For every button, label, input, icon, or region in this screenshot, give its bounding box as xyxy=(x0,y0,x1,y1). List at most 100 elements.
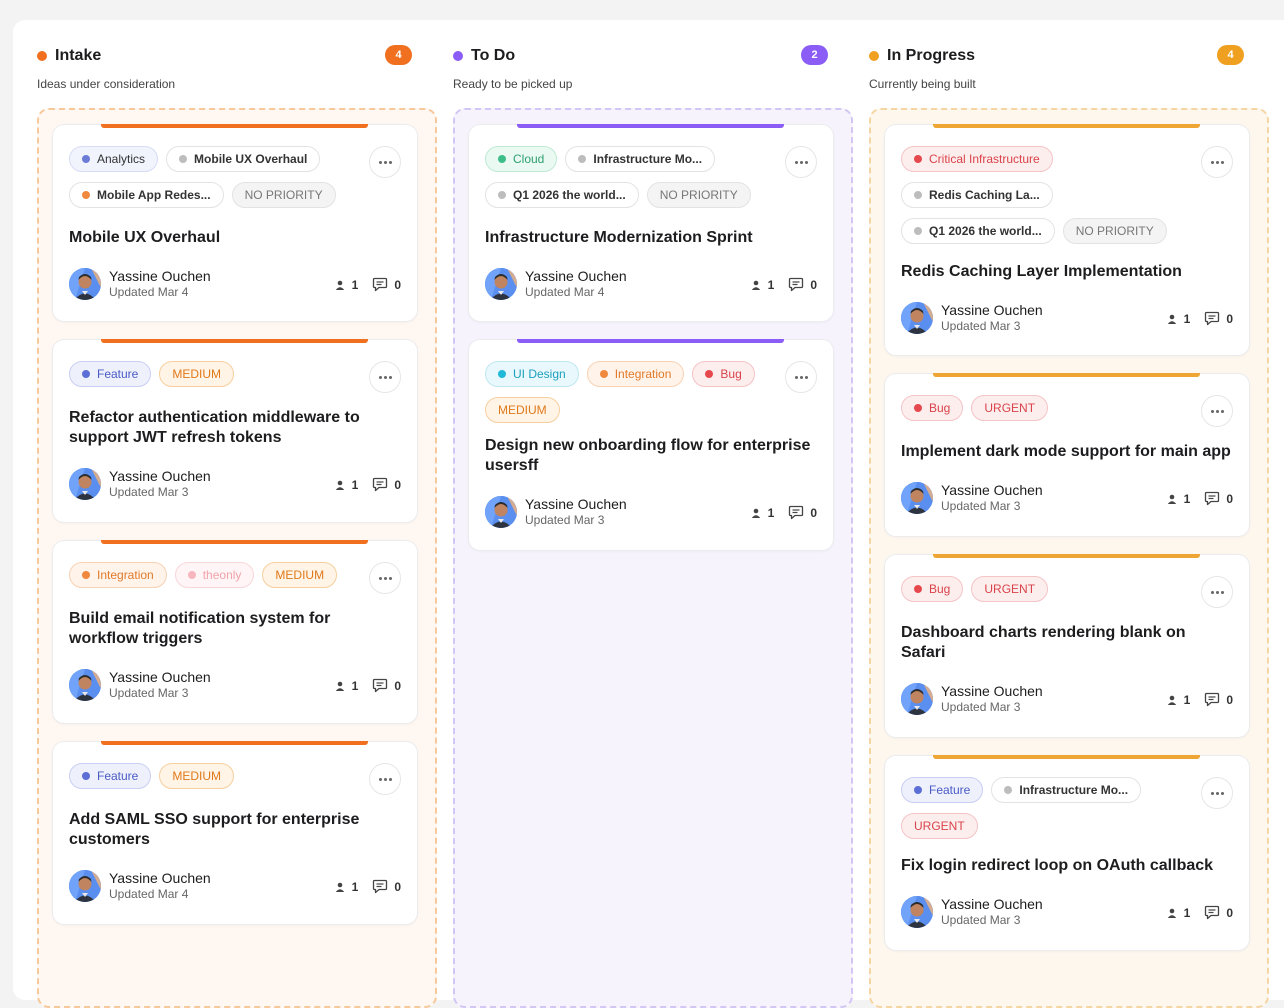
more-options-button[interactable] xyxy=(1201,395,1233,427)
avatar[interactable] xyxy=(69,669,101,701)
label-tag[interactable]: Feature xyxy=(69,763,152,789)
comment-icon[interactable] xyxy=(1204,692,1220,707)
card-tags: Bug URGENT xyxy=(901,576,1191,602)
avatar[interactable] xyxy=(69,268,101,300)
card-stats: 10 xyxy=(335,678,401,693)
column-count-badge: 2 xyxy=(801,45,828,65)
label-tag[interactable]: Bug xyxy=(692,361,755,387)
author-name: Yassine Ouchen xyxy=(109,468,211,484)
priority-badge[interactable]: URGENT xyxy=(971,395,1049,421)
card-title[interactable]: Mobile UX Overhaul xyxy=(69,228,399,248)
more-options-button[interactable] xyxy=(1201,146,1233,178)
more-options-button[interactable] xyxy=(369,146,401,178)
priority-badge[interactable]: MEDIUM xyxy=(262,562,338,588)
label-tag[interactable]: Integration xyxy=(586,361,685,387)
more-options-button[interactable] xyxy=(785,361,817,393)
more-options-button[interactable] xyxy=(1201,777,1233,809)
comment-icon[interactable] xyxy=(1204,491,1220,506)
project-tag[interactable]: Redis Caching La... xyxy=(901,182,1053,208)
tag-label: UI Design xyxy=(513,367,566,381)
card-title[interactable]: Add SAML SSO support for enterprise cust… xyxy=(69,810,399,850)
task-card[interactable]: Critical Infrastructure Redis Caching La.… xyxy=(884,124,1250,356)
task-card[interactable]: Bug URGENT Implement dark mode support for… xyxy=(884,373,1250,537)
card-accent-bar xyxy=(101,124,368,128)
avatar[interactable] xyxy=(485,496,517,528)
project-tag[interactable]: Q1 2026 the world... xyxy=(901,218,1055,244)
label-tag[interactable]: Critical Infrastructure xyxy=(901,146,1053,172)
card-title[interactable]: Implement dark mode support for main app xyxy=(901,442,1231,462)
task-card[interactable]: Integration theonly MEDIUM Build email noti… xyxy=(52,540,418,724)
comment-icon[interactable] xyxy=(1204,311,1220,326)
card-title[interactable]: Design new onboarding flow for enterpris… xyxy=(485,436,815,476)
priority-badge[interactable]: NO PRIORITY xyxy=(646,182,751,208)
comment-icon[interactable] xyxy=(1204,905,1220,920)
task-card[interactable]: Bug URGENT Dashboard charts rendering blan… xyxy=(884,554,1250,738)
more-options-button[interactable] xyxy=(369,361,401,393)
comment-icon[interactable] xyxy=(372,277,388,292)
card-title[interactable]: Infrastructure Modernization Sprint xyxy=(485,228,815,248)
task-card[interactable]: Feature MEDIUM Add SAML SSO support for en… xyxy=(52,741,418,925)
label-tag[interactable]: theonly xyxy=(174,562,255,588)
project-tag[interactable]: Mobile UX Overhaul xyxy=(166,146,321,172)
card-accent-bar xyxy=(101,540,368,544)
card-meta: Yassine Ouchen Updated Mar 310 xyxy=(69,468,401,502)
avatar[interactable] xyxy=(69,468,101,500)
project-tag[interactable]: Mobile App Redes... xyxy=(69,182,224,208)
task-card[interactable]: Analytics Mobile UX Overhaul Mobile App Re… xyxy=(52,124,418,322)
priority-badge[interactable]: NO PRIORITY xyxy=(231,182,336,208)
task-card[interactable]: UI Design Integration Bug MEDIUM Design new … xyxy=(468,339,834,551)
avatar[interactable] xyxy=(901,482,933,514)
avatar[interactable] xyxy=(901,302,933,334)
task-card[interactable]: Cloud Infrastructure Mo... Q1 2026 the wor… xyxy=(468,124,834,322)
more-options-button[interactable] xyxy=(785,146,817,178)
priority-badge[interactable]: MEDIUM xyxy=(159,361,235,387)
project-tag[interactable]: Infrastructure Mo... xyxy=(565,146,716,172)
avatar[interactable] xyxy=(69,870,101,902)
label-tag[interactable]: Analytics xyxy=(69,146,159,172)
card-tags: Integration theonly MEDIUM xyxy=(69,562,359,588)
comment-icon[interactable] xyxy=(372,477,388,492)
card-title[interactable]: Fix login redirect loop on OAuth callbac… xyxy=(901,856,1231,876)
avatar[interactable] xyxy=(901,896,933,928)
column-header: Intake 4 xyxy=(37,45,412,66)
tag-dot-icon xyxy=(914,404,922,412)
comment-icon[interactable] xyxy=(372,879,388,894)
card-title[interactable]: Redis Caching Layer Implementation xyxy=(901,262,1231,282)
avatar[interactable] xyxy=(901,683,933,715)
card-title[interactable]: Build email notification system for work… xyxy=(69,609,399,649)
label-tag[interactable]: Cloud xyxy=(485,146,558,172)
card-accent-bar xyxy=(517,339,784,343)
priority-badge[interactable]: URGENT xyxy=(971,576,1049,602)
column-dropzone[interactable]: Analytics Mobile UX Overhaul Mobile App Re… xyxy=(37,108,437,1008)
comment-icon[interactable] xyxy=(788,277,804,292)
label-tag[interactable]: Bug xyxy=(901,395,964,421)
more-options-button[interactable] xyxy=(369,562,401,594)
column-dropzone[interactable]: Critical Infrastructure Redis Caching La.… xyxy=(869,108,1269,1008)
comment-icon[interactable] xyxy=(372,678,388,693)
comment-icon[interactable] xyxy=(788,505,804,520)
assignee-count: 1 xyxy=(767,505,775,520)
priority-badge[interactable]: MEDIUM xyxy=(485,397,560,423)
tag-label: Mobile App Redes... xyxy=(97,188,211,202)
priority-badge[interactable]: NO PRIORITY xyxy=(1062,218,1167,244)
card-title[interactable]: Dashboard charts rendering blank on Safa… xyxy=(901,623,1231,663)
project-tag[interactable]: Q1 2026 the world... xyxy=(485,182,639,208)
more-options-button[interactable] xyxy=(1201,576,1233,608)
label-tag[interactable]: Bug xyxy=(901,576,964,602)
task-card[interactable]: Feature Infrastructure Mo... URGENT Fix log… xyxy=(884,755,1250,951)
task-card[interactable]: Feature MEDIUM Refactor authentication mid… xyxy=(52,339,418,523)
label-tag[interactable]: Feature xyxy=(69,361,152,387)
avatar[interactable] xyxy=(485,268,517,300)
card-stats: 10 xyxy=(1167,311,1233,326)
label-tag[interactable]: Feature xyxy=(901,777,984,803)
label-tag[interactable]: Integration xyxy=(69,562,167,588)
card-stats: 10 xyxy=(751,277,817,292)
priority-badge[interactable]: MEDIUM xyxy=(159,763,235,789)
card-accent-bar xyxy=(101,339,368,343)
card-title[interactable]: Refactor authentication middleware to su… xyxy=(69,408,399,448)
project-tag[interactable]: Infrastructure Mo... xyxy=(991,777,1142,803)
label-tag[interactable]: UI Design xyxy=(485,361,579,387)
column-dropzone[interactable]: Cloud Infrastructure Mo... Q1 2026 the wor… xyxy=(453,108,853,1008)
more-options-button[interactable] xyxy=(369,763,401,795)
priority-badge[interactable]: URGENT xyxy=(901,813,978,839)
